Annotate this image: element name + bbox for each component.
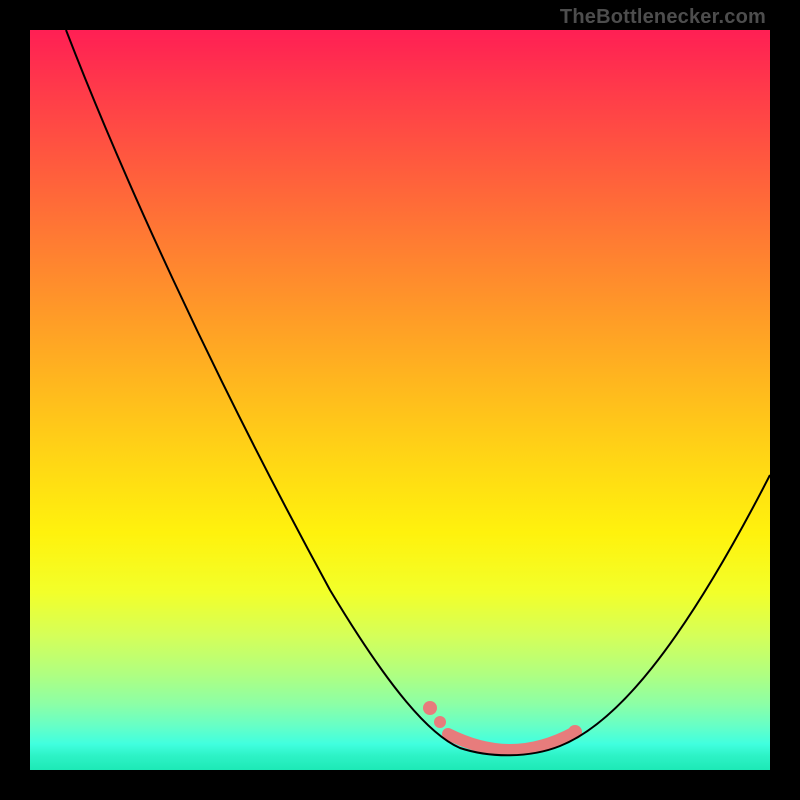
watermark-text: TheBottlenecker.com bbox=[560, 6, 766, 29]
optimal-range-highlight bbox=[423, 701, 582, 750]
chart-frame: TheBottlenecker.com bbox=[0, 0, 800, 800]
chart-svg bbox=[30, 30, 770, 770]
highlight-dot-2 bbox=[434, 716, 446, 728]
plot-area bbox=[30, 30, 770, 770]
highlight-dot-start bbox=[423, 701, 437, 715]
bottleneck-curve bbox=[66, 30, 770, 755]
